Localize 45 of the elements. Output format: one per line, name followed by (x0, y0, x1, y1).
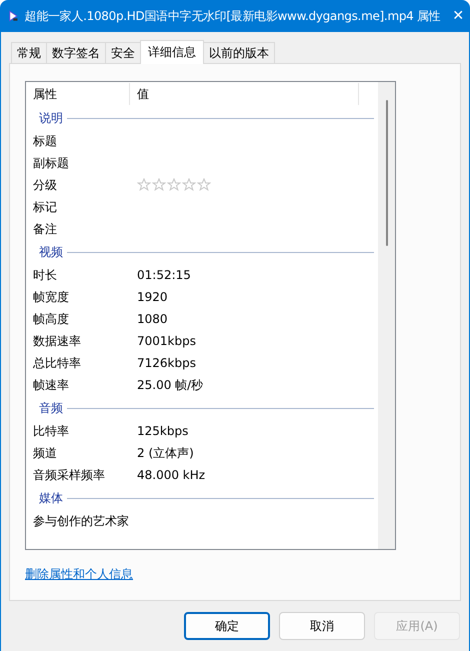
property-value: 125kbps (137, 424, 188, 438)
property-value: 1920 (137, 290, 168, 304)
remove-properties-link[interactable]: 删除属性和个人信息 (25, 566, 133, 583)
window-title: 超能一家人.1080p.HD国语中字无水印[最新电影www.dygangs.me].mp4 属性 (24, 8, 440, 24)
scrollbar[interactable] (378, 82, 395, 549)
group-header: 视频 (39, 244, 63, 260)
property-name: 参与创作的艺术家 (33, 512, 130, 530)
property-value: 01:52:15 (137, 268, 191, 282)
property-name: 分级 (33, 176, 58, 194)
star-icon[interactable] (137, 178, 151, 192)
column-header[interactable]: 值 (130, 83, 359, 105)
property-name: 帧高度 (33, 310, 70, 328)
tab[interactable]: 详细信息 (140, 40, 204, 64)
close-icon[interactable]: ✕ (446, 8, 470, 24)
property-name: 副标题 (33, 154, 70, 172)
property-name: 总比特率 (33, 354, 82, 372)
dialog-button[interactable]: 取消 (279, 612, 365, 640)
property-name: 备注 (33, 220, 58, 238)
property-value: 7126kbps (137, 356, 196, 370)
property-name: 标题 (33, 132, 58, 150)
property-name: 比特率 (33, 422, 70, 440)
property-value: 48.000 kHz (137, 468, 206, 482)
property-name: 音频采样频率 (33, 466, 106, 484)
property-name: 帧速率 (33, 376, 70, 394)
column-header[interactable]: 属性 (26, 83, 130, 105)
property-name: 频道 (33, 444, 58, 462)
property-value: 2 (立体声) (137, 444, 194, 462)
property-value: 25.00 帧/秒 (137, 376, 204, 394)
group-header: 说明 (39, 110, 63, 126)
star-rating[interactable] (137, 178, 211, 192)
property-name: 时长 (33, 266, 58, 284)
tab[interactable]: 常规 (11, 42, 47, 63)
dialog-button[interactable]: 确定 (184, 612, 270, 640)
property-name: 帧宽度 (33, 288, 70, 306)
star-icon[interactable] (167, 178, 181, 192)
property-value: 7001kbps (137, 334, 196, 348)
group-header: 音频 (39, 400, 63, 416)
property-name: 数据速率 (33, 332, 82, 350)
property-value: 1080 (137, 312, 168, 326)
group-header: 媒体 (39, 490, 63, 506)
star-icon[interactable] (182, 178, 196, 192)
star-icon[interactable] (197, 178, 211, 192)
property-name: 标记 (33, 198, 58, 216)
tab[interactable]: 以前的版本 (203, 42, 275, 63)
star-icon[interactable] (152, 178, 166, 192)
